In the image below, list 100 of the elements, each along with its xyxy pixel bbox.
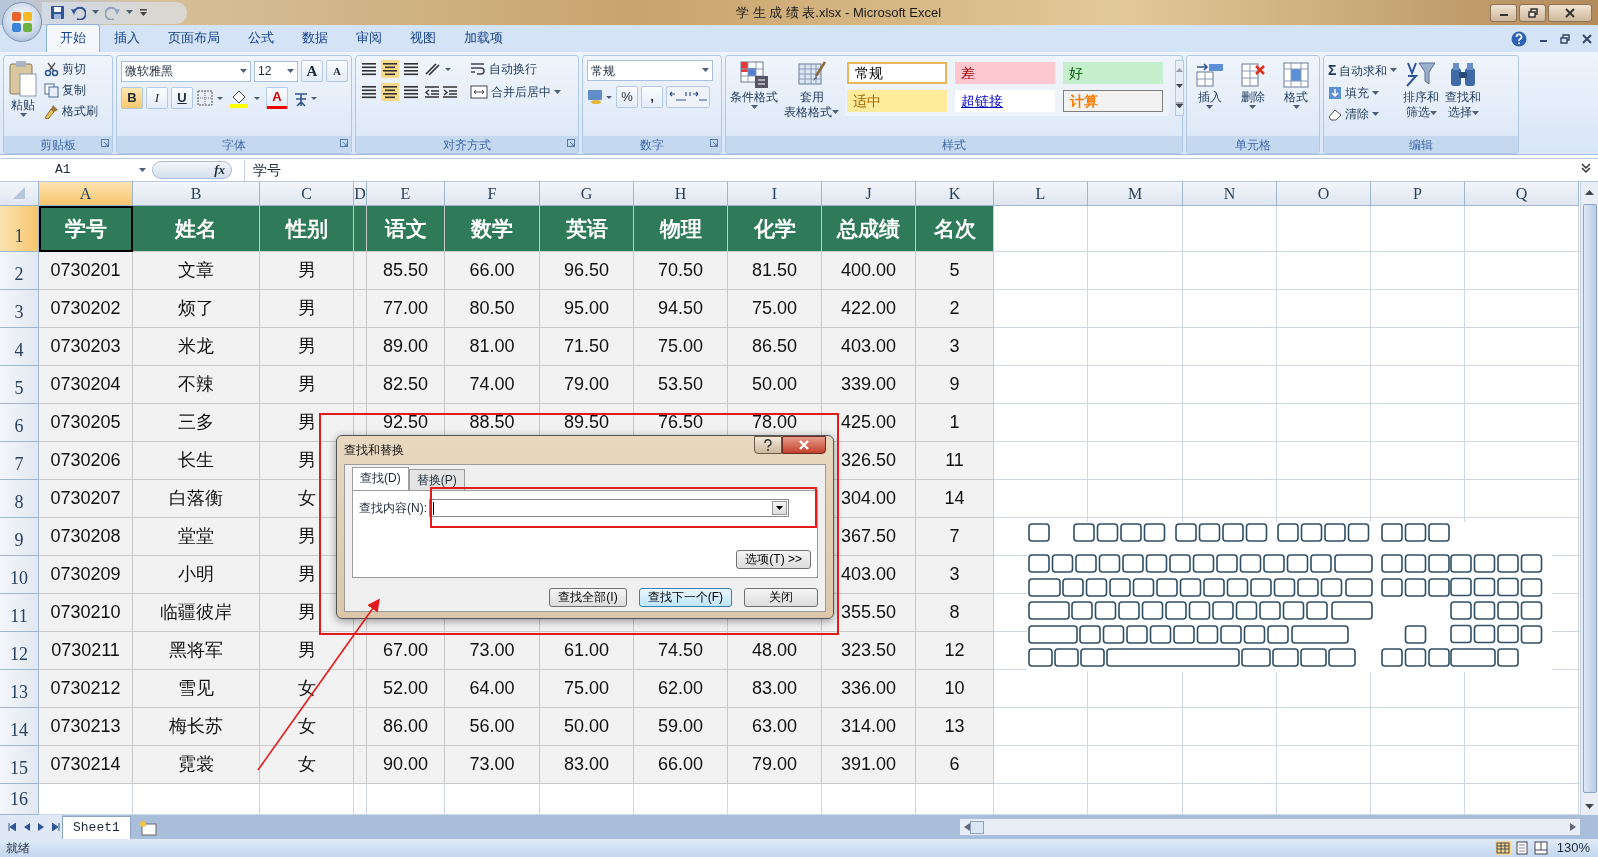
horizontal-scrollbar-thumb[interactable] — [970, 820, 984, 834]
sort-filter-button[interactable]: 排序和 筛选 — [1403, 60, 1440, 132]
last-sheet-icon[interactable] — [52, 823, 60, 831]
conditional-format-button[interactable]: 条件格式 — [730, 60, 778, 132]
previous-sheet-icon[interactable] — [24, 823, 30, 831]
cell-style-swatch[interactable]: 适中 — [847, 90, 947, 112]
caret-icon[interactable] — [1292, 105, 1300, 110]
merge-center-button[interactable]: 合并后居中 — [470, 83, 561, 101]
align-right-icon[interactable] — [402, 83, 420, 101]
dialog-button[interactable]: 查找全部(I) — [549, 588, 627, 607]
gallery-scrollbar[interactable] — [1175, 60, 1184, 116]
number-format-field[interactable]: 常规 — [587, 60, 713, 81]
restore-button[interactable] — [1519, 3, 1546, 22]
column-header[interactable]: N — [1183, 182, 1277, 206]
insert-function-button[interactable]: fx — [152, 161, 232, 179]
dialog-button[interactable]: 关闭 — [744, 588, 818, 607]
cell-style-swatch[interactable]: 超链接 — [955, 90, 1055, 112]
row-header[interactable]: 12 — [0, 632, 39, 670]
decimal-icon[interactable] — [666, 86, 710, 108]
column-header[interactable]: L — [994, 182, 1088, 206]
column-header[interactable]: K — [916, 182, 994, 206]
first-sheet-icon[interactable] — [8, 823, 16, 831]
column-header[interactable]: P — [1371, 182, 1465, 206]
help-icon[interactable] — [1511, 31, 1527, 47]
column-header[interactable]: H — [634, 182, 728, 206]
fill-button[interactable]: 填充 — [1328, 84, 1398, 102]
cell-style-swatch[interactable]: 差 — [955, 62, 1055, 84]
row-header[interactable]: 11 — [0, 594, 39, 632]
ribbon-tab[interactable]: 页面布局 — [154, 23, 234, 52]
formula-field[interactable]: 学号 — [244, 159, 1580, 181]
name-box[interactable]: A1 — [0, 160, 152, 180]
middle-align-icon[interactable] — [381, 60, 399, 78]
ribbon-tab[interactable]: 插入 — [100, 23, 154, 52]
caret-icon[interactable] — [1249, 105, 1257, 110]
caret-icon[interactable] — [702, 68, 709, 73]
column-header[interactable]: I — [728, 182, 822, 206]
row-header[interactable]: 15 — [0, 746, 39, 784]
column-header[interactable]: M — [1088, 182, 1183, 206]
font-size-field[interactable]: 12 — [254, 60, 298, 82]
indent-icon[interactable] — [423, 83, 459, 101]
currency-icon[interactable] — [587, 87, 613, 107]
caret-icon[interactable] — [92, 10, 99, 15]
align-left-icon[interactable] — [360, 83, 378, 101]
caret-icon[interactable] — [832, 110, 839, 115]
ribbon-tab[interactable]: 审阅 — [342, 23, 396, 52]
page-break-icon[interactable] — [1532, 841, 1549, 855]
column-header[interactable]: A — [39, 182, 133, 206]
ribbon-tab[interactable]: 数据 — [288, 23, 342, 52]
grow-font-button[interactable]: A — [301, 60, 323, 82]
column-header[interactable]: G — [540, 182, 634, 206]
clipboard-button[interactable]: 格式刷 — [44, 102, 98, 120]
caret-icon[interactable] — [554, 89, 561, 95]
column-header[interactable]: O — [1277, 182, 1371, 206]
wrap-text-button[interactable]: 自动换行 — [470, 60, 537, 78]
clipboard-button[interactable]: 复制 — [44, 81, 98, 99]
caret-icon[interactable] — [1372, 90, 1379, 96]
percent-button[interactable]: % — [616, 86, 638, 108]
cell-style-swatch[interactable]: 常规 — [847, 62, 947, 84]
close-icon[interactable] — [1582, 34, 1592, 44]
caret-icon[interactable] — [19, 113, 27, 118]
row-header[interactable]: 10 — [0, 556, 39, 594]
row-header[interactable]: 2 — [0, 252, 39, 290]
row-header[interactable]: 5 — [0, 366, 39, 404]
row-header[interactable]: 14 — [0, 708, 39, 746]
row-header[interactable]: 7 — [0, 442, 39, 480]
comma-button[interactable]: , — [641, 86, 663, 108]
customize-icon[interactable] — [139, 8, 148, 17]
column-header[interactable]: Q — [1465, 182, 1579, 206]
caret-icon[interactable] — [126, 10, 133, 15]
row-header[interactable]: 8 — [0, 480, 39, 518]
shrink-font-button[interactable]: A — [326, 60, 348, 82]
ribbon-tab[interactable]: 加载项 — [450, 23, 517, 52]
next-sheet-icon[interactable] — [38, 823, 44, 831]
column-header[interactable]: E — [367, 182, 445, 206]
fill-color-icon[interactable] — [229, 88, 263, 108]
clipboard-button[interactable]: 剪切 — [44, 60, 98, 78]
dialog-launcher-icon[interactable] — [101, 139, 109, 147]
options-button[interactable]: 选项(T) >> — [736, 550, 811, 569]
bottom-align-icon[interactable] — [402, 60, 420, 78]
save-icon[interactable] — [50, 5, 65, 20]
restore-icon[interactable] — [1560, 34, 1570, 44]
format-as-table-button[interactable]: 套用 表格格式 — [784, 60, 839, 132]
find-select-button[interactable]: 查找和 选择 — [1445, 60, 1482, 132]
cells-button[interactable]: 插入 — [1194, 60, 1225, 132]
column-header[interactable]: J — [822, 182, 916, 206]
orientation-icon[interactable] — [423, 60, 453, 78]
sheet-tab[interactable]: Sheet1 — [62, 815, 131, 839]
close-button[interactable] — [782, 436, 826, 454]
dialog-button[interactable]: 查找下一个(F) — [638, 588, 732, 607]
ribbon-tab[interactable]: 公式 — [234, 23, 288, 52]
italic-button[interactable]: I — [146, 87, 168, 109]
undo-icon[interactable] — [71, 5, 86, 20]
column-header[interactable]: F — [445, 182, 540, 206]
caret-icon[interactable] — [139, 167, 146, 173]
dialog-tab[interactable]: 替换(P) — [408, 469, 465, 490]
close-button[interactable] — [1548, 3, 1592, 22]
column-header[interactable]: D — [354, 182, 367, 206]
row-header[interactable]: 4 — [0, 328, 39, 366]
page-layout-icon[interactable] — [1513, 841, 1530, 855]
underline-button[interactable]: U — [171, 87, 193, 109]
